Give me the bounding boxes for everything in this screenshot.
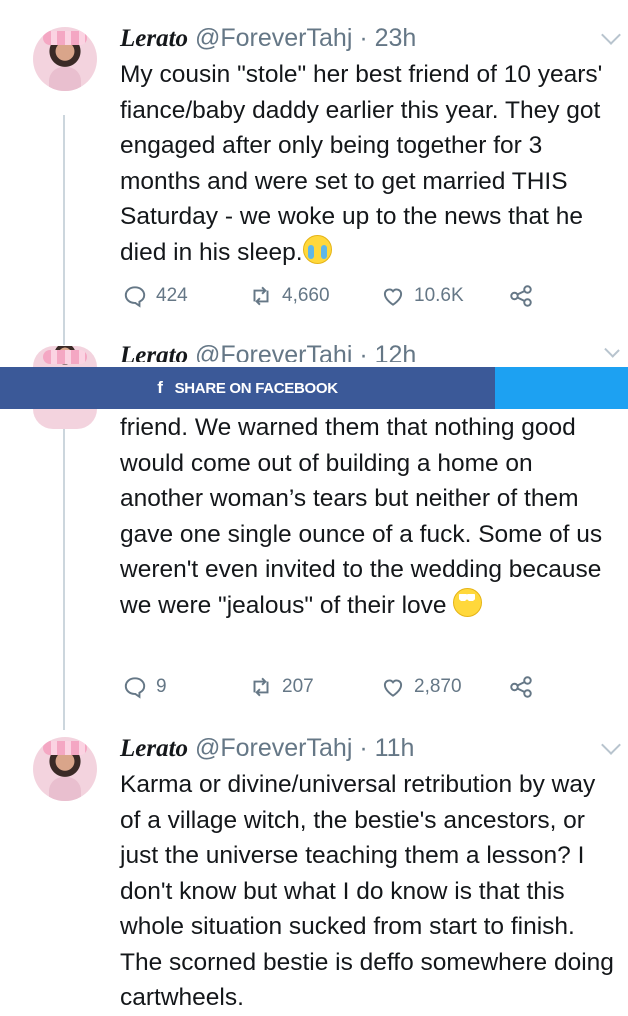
reply-icon — [124, 677, 146, 699]
face-with-rolling-eyes-emoji — [453, 587, 483, 617]
like-count: 10.6K — [414, 285, 464, 306]
chevron-down-icon[interactable] — [601, 25, 621, 45]
retweet-icon — [253, 677, 269, 697]
handle[interactable]: @ForeverTahj — [195, 734, 352, 762]
tweet-text: My cousin "stole" her best friend of 10 … — [120, 61, 603, 266]
like-icon — [383, 288, 403, 306]
timestamp[interactable]: · 12h — [359, 341, 416, 362]
retweet-count: 4,660 — [282, 285, 330, 306]
display-name[interactable]: Lerato — [120, 25, 188, 52]
reply-button[interactable]: 424 — [122, 283, 188, 309]
share-icon — [510, 285, 532, 307]
reply-icon — [124, 286, 146, 308]
display-name[interactable]: Lerato — [120, 735, 188, 762]
timestamp[interactable]: · 23h — [359, 24, 416, 52]
reply-button[interactable]: 9 — [122, 674, 167, 700]
tweet-text: friend. We warned them that nothing good… — [120, 414, 603, 619]
facebook-icon: f — [157, 378, 163, 397]
share-on-facebook-label: SHARE ON FACEBOOK — [174, 379, 339, 397]
reply-count: 9 — [156, 676, 167, 697]
retweet-icon — [253, 286, 269, 306]
retweet-count: 207 — [282, 676, 314, 697]
thread-line — [63, 420, 65, 730]
loudly-crying-face-emoji — [302, 234, 332, 264]
thread-line — [63, 115, 65, 345]
avatar[interactable] — [33, 409, 97, 429]
avatar[interactable] — [33, 737, 97, 801]
share-button[interactable] — [508, 283, 534, 309]
tweet-actions: 9 207 2,870 — [120, 674, 580, 704]
share-button[interactable] — [508, 674, 534, 700]
tweet-header: Lerato @ForeverTahj · 23h — [120, 23, 416, 54]
tweet-text: Karma or divine/universal retribution by… — [120, 771, 614, 1011]
avatar[interactable] — [33, 27, 97, 91]
timestamp[interactable]: · 11h — [359, 734, 414, 762]
like-button[interactable]: 2,870 — [380, 674, 462, 700]
retweet-button[interactable]: 4,660 — [248, 283, 330, 309]
like-count: 2,870 — [414, 676, 462, 697]
retweet-button[interactable]: 207 — [248, 674, 314, 700]
like-button[interactable]: 10.6K — [380, 283, 464, 309]
chevron-down-icon[interactable] — [601, 735, 621, 755]
share-bar: f SHARE ON FACEBOOK — [0, 367, 628, 409]
tweet-header: Lerato @ForeverTahj · 12h — [120, 340, 416, 362]
share-on-twitter-button[interactable] — [495, 367, 628, 409]
reply-count: 424 — [156, 285, 188, 306]
avatar[interactable] — [33, 346, 97, 367]
chevron-down-icon[interactable] — [604, 342, 620, 358]
like-icon — [383, 679, 403, 697]
share-icon — [510, 676, 532, 698]
handle[interactable]: @ForeverTahj — [195, 24, 352, 52]
display-name[interactable]: Lerato — [120, 342, 188, 362]
tweet-header: Lerato @ForeverTahj · 11h — [120, 733, 414, 764]
share-on-facebook-button[interactable]: f SHARE ON FACEBOOK — [0, 367, 495, 409]
tweet-actions: 424 4,660 10.6K — [120, 283, 580, 313]
handle[interactable]: @ForeverTahj — [195, 341, 352, 362]
